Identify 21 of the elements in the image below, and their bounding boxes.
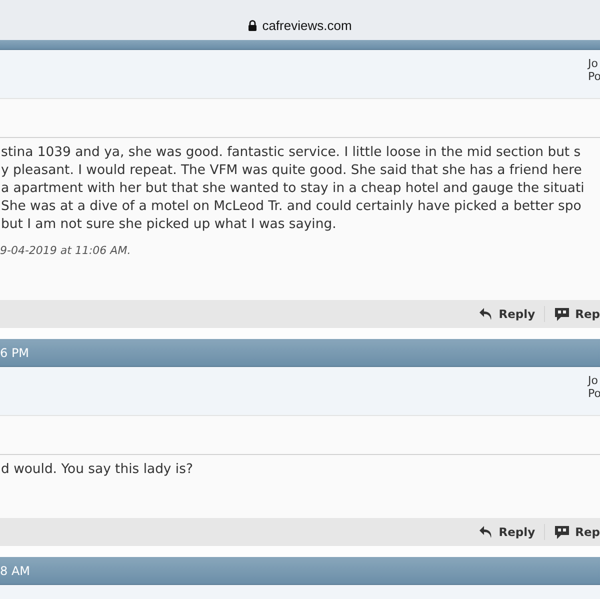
post-text-line: y pleasant. I would repeat. The VFM was quite good. She said that she has a friend here bbox=[0, 162, 583, 180]
user-info-text: Jo bbox=[588, 57, 599, 70]
reply-button[interactable]: Reply bbox=[478, 524, 536, 540]
quote-button[interactable]: Rep bbox=[554, 524, 600, 540]
edited-note: 9-04-2019 at 11:06 AM. bbox=[0, 244, 132, 257]
post-time: 8 AM bbox=[0, 564, 30, 578]
post-text-line: d would. You say this lady is? bbox=[0, 461, 194, 479]
speech-bubble-icon bbox=[554, 306, 570, 322]
post-text-line: She was at a dive of a motel on McLeod Tr. and could certainly have picked a better spo bbox=[0, 198, 582, 216]
quote-button[interactable]: Rep bbox=[554, 306, 600, 322]
url-text: cafreviews.com bbox=[262, 18, 352, 33]
address-bar[interactable]: cafreviews.com bbox=[0, 0, 600, 40]
speech-bubble-icon bbox=[554, 524, 570, 540]
reply-button[interactable]: Reply bbox=[478, 306, 536, 322]
post-text-line: a apartment with her but that she wanted to stay in a cheap hotel and gauge the situati bbox=[0, 180, 586, 198]
user-info-text: Jo bbox=[588, 374, 599, 387]
reply-arrow-icon bbox=[478, 524, 494, 540]
post-text-line: but I am not sure she picked up what I was saying. bbox=[0, 216, 338, 234]
reply-arrow-icon bbox=[478, 306, 494, 322]
post-text-line: stina 1039 and ya, she was good. fantastic service. I little loose in the mid section but s bbox=[0, 144, 582, 162]
post-time: 6 PM bbox=[0, 346, 30, 360]
